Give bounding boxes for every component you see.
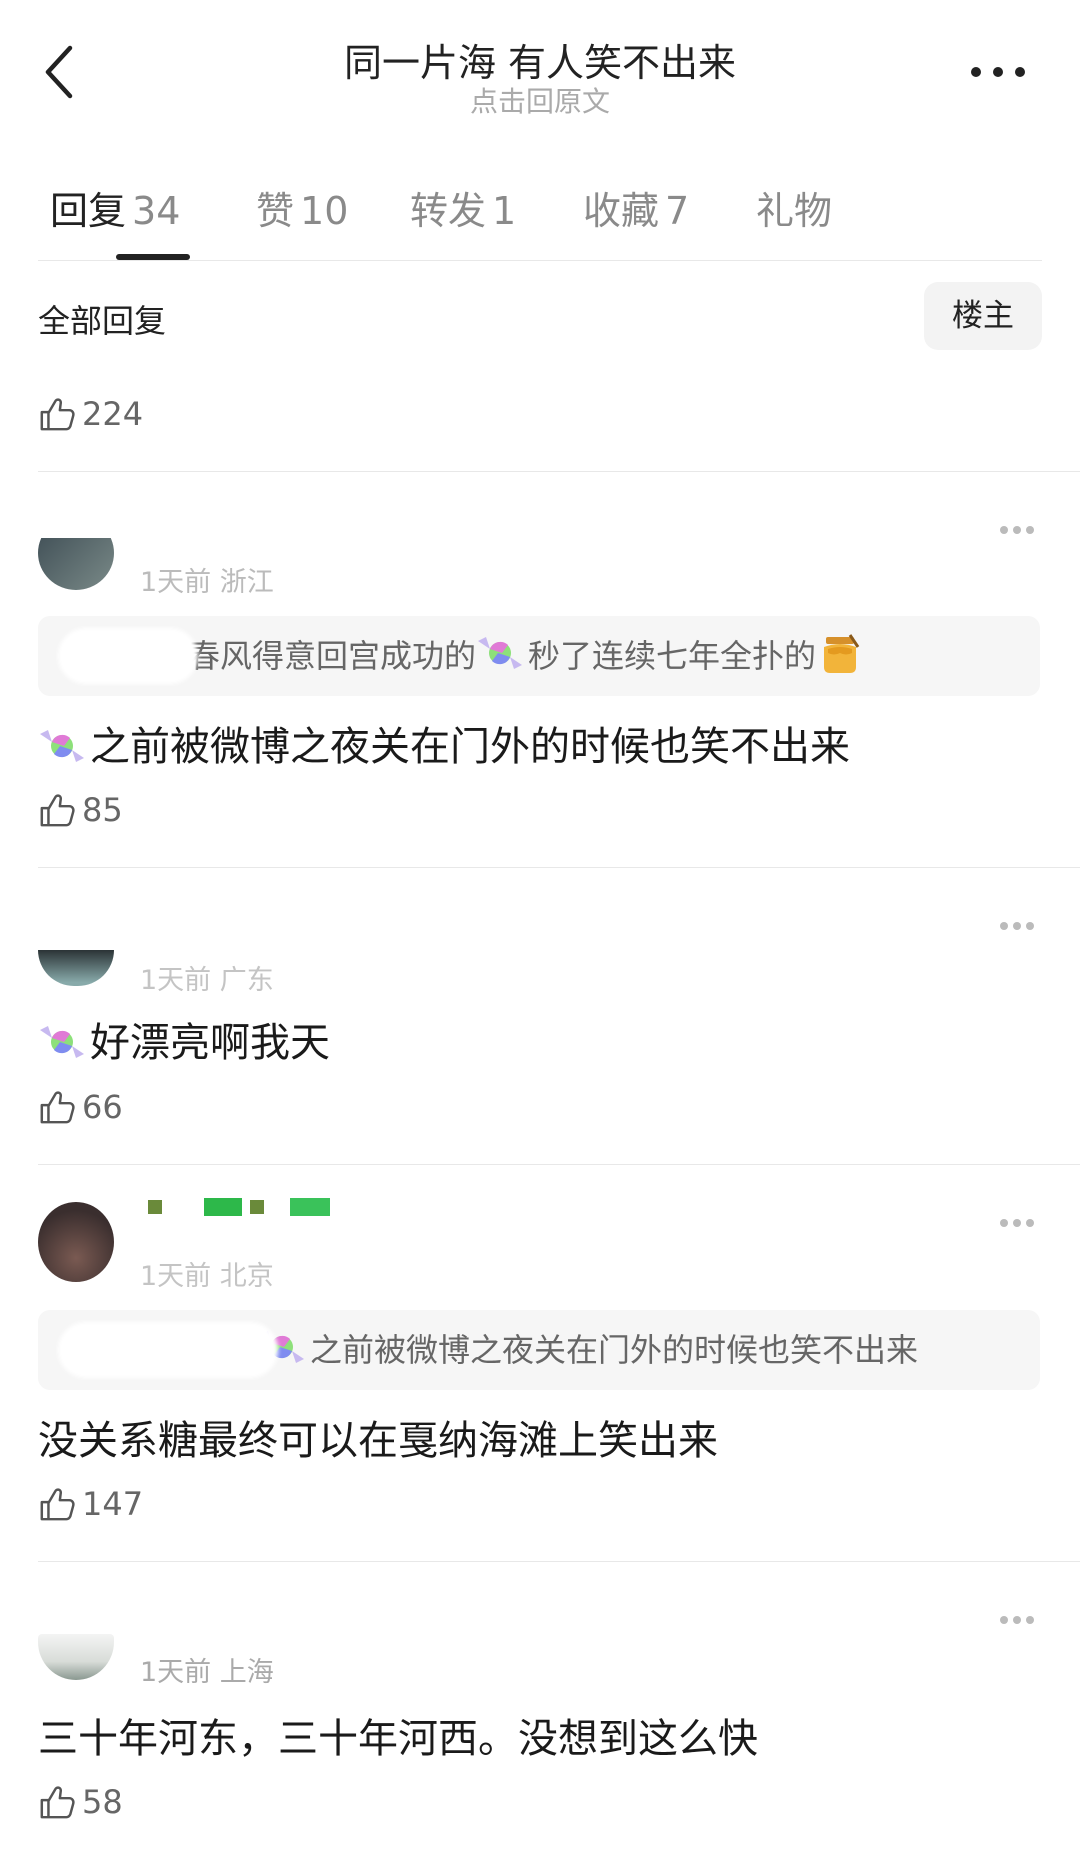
like-button[interactable]: 147 (38, 1482, 143, 1526)
comment-text: 之前被微博之夜关在门外的时候也笑不出来 (38, 714, 850, 772)
tab-count: 10 (300, 189, 349, 233)
tab-likes[interactable]: 赞 10 (256, 180, 348, 235)
more-horizontal-icon[interactable] (968, 62, 1028, 82)
comment-meta: 1天前 浙江 (140, 567, 274, 598)
comment-meta: 1天前 北京 (140, 1261, 274, 1292)
tab-bar: 回复 34 赞 10 转发 1 收藏 7 礼物 (38, 180, 1042, 260)
avatar[interactable] (38, 1634, 114, 1680)
blurred-username (58, 1322, 278, 1378)
thumbs-up-icon (38, 1783, 76, 1821)
comment-text: 三十年河东，三十年河西。没想到这么快 (38, 1716, 758, 1762)
divider (38, 1561, 1080, 1562)
page-title: 同一片海 有人笑不出来 (343, 41, 737, 85)
like-button[interactable]: 224 (38, 392, 143, 436)
like-count: 224 (82, 395, 144, 433)
tab-count: 34 (132, 189, 181, 233)
tab-count: 7 (665, 189, 690, 233)
more-options-icon[interactable] (998, 1217, 1036, 1229)
more-options-icon[interactable] (998, 524, 1036, 536)
filter-row: 全部回复 楼主 (38, 282, 1042, 352)
tab-label: 回复 (50, 189, 127, 233)
top-bar: 同一片海 有人笑不出来 点击回原文 (0, 0, 1080, 130)
comment-body: 之前被微博之夜关在门外的时候也笑不出来 (90, 724, 850, 770)
avatar[interactable] (38, 1202, 114, 1282)
candy-emoji (38, 726, 86, 766)
like-count: 66 (82, 1088, 123, 1126)
comment-meta: 1天前 上海 (140, 1657, 274, 1688)
tab-count: 1 (492, 189, 517, 233)
owner-only-button[interactable]: 楼主 (924, 282, 1042, 350)
divider (38, 471, 1080, 472)
avatar[interactable] (38, 538, 114, 590)
divider (38, 1164, 1080, 1165)
like-count: 58 (82, 1783, 123, 1821)
comment-body: 好漂亮啊我天 (90, 1020, 330, 1066)
thumbs-up-icon (38, 791, 76, 829)
like-button[interactable]: 66 (38, 1085, 123, 1129)
like-button[interactable]: 58 (38, 1780, 123, 1824)
quoted-reply[interactable]: 春风得意回宫成功的 秒了连续七年全扑的 (38, 616, 1040, 696)
comment-meta: 1天前 广东 (140, 965, 274, 996)
username-emoji-strip (148, 1198, 330, 1216)
thumbs-up-icon (38, 1485, 76, 1523)
divider (38, 867, 1080, 868)
back-to-original-link[interactable]: 点击回原文 (0, 80, 1080, 120)
quote-text-2: 秒了连续七年全扑的 (528, 637, 817, 675)
thumbs-up-icon (38, 1088, 76, 1126)
tab-label: 赞 (256, 189, 295, 233)
comment-text: 好漂亮啊我天 (38, 1010, 330, 1068)
comment-text: 没关系糖最终可以在戛纳海滩上笑出来 (38, 1418, 718, 1464)
tab-gifts[interactable]: 礼物 (756, 180, 838, 235)
blurred-username (58, 628, 198, 684)
tab-label: 礼物 (756, 189, 833, 233)
candy-emoji (38, 1022, 86, 1062)
quoted-reply[interactable]: 之前被微博之夜关在门外的时候也笑不出来 (38, 1310, 1040, 1390)
thumbs-up-icon (38, 395, 76, 433)
tab-label: 收藏 (583, 189, 660, 233)
quote-text: 之前被微博之夜关在门外的时候也笑不出来 (310, 1331, 919, 1369)
tab-reposts[interactable]: 转发 1 (410, 180, 516, 235)
candy-emoji (476, 633, 524, 673)
more-options-icon[interactable] (998, 920, 1036, 932)
quote-text: 春风得意回宫成功的 (188, 637, 477, 675)
like-count: 147 (82, 1485, 144, 1523)
tab-label: 转发 (410, 189, 487, 233)
honey-pot-emoji (820, 633, 860, 675)
all-replies-heading: 全部回复 (38, 302, 167, 340)
avatar[interactable] (38, 950, 114, 986)
tab-favorites[interactable]: 收藏 7 (583, 180, 689, 235)
like-count: 85 (82, 791, 123, 829)
more-options-icon[interactable] (998, 1614, 1036, 1626)
divider (38, 260, 1042, 261)
like-button[interactable]: 85 (38, 788, 123, 832)
tab-replies[interactable]: 回复 34 (50, 180, 180, 235)
